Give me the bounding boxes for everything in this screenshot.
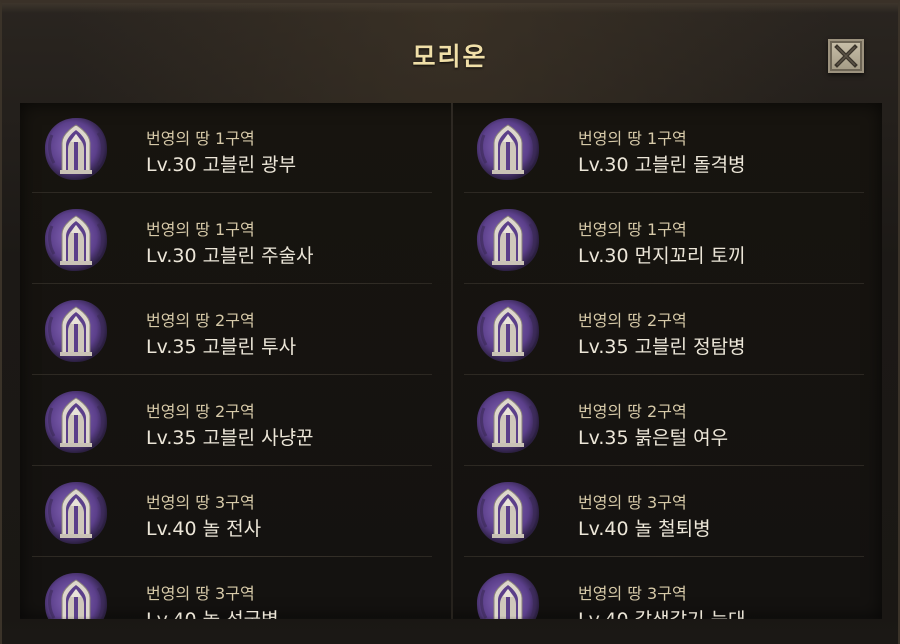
monster-list-item[interactable]: 번영의 땅 3구역 Lv.40 놀 석궁병 bbox=[32, 558, 432, 619]
gothic-arch-emblem-icon bbox=[476, 208, 540, 272]
monster-list[interactable]: 번영의 땅 1구역 Lv.30 고블린 광부 번영의 땅 1구역 Lv.30 고… bbox=[20, 103, 882, 619]
gothic-arch-emblem-icon bbox=[44, 299, 108, 363]
row-separator bbox=[464, 192, 864, 193]
row-separator bbox=[32, 374, 432, 375]
monster-label: Lv.35 고블린 사냥꾼 bbox=[146, 427, 314, 449]
row-separator bbox=[464, 374, 864, 375]
row-separator bbox=[32, 283, 432, 284]
close-button[interactable] bbox=[828, 39, 864, 73]
zone-label: 번영의 땅 3구역 bbox=[146, 493, 255, 512]
monster-label: Lv.40 놀 전사 bbox=[146, 518, 262, 540]
monster-label: Lv.30 고블린 주술사 bbox=[146, 245, 314, 267]
zone-label: 번영의 땅 3구역 bbox=[578, 493, 687, 512]
monster-label: Lv.35 붉은털 여우 bbox=[578, 427, 729, 449]
monster-list-item[interactable]: 번영의 땅 3구역 Lv.40 놀 전사 bbox=[32, 467, 432, 557]
zone-label: 번영의 땅 1구역 bbox=[578, 220, 687, 239]
monster-label: Lv.30 고블린 돌격병 bbox=[578, 154, 746, 176]
monster-label: Lv.35 고블린 투사 bbox=[146, 336, 297, 358]
zone-label: 번영의 땅 3구역 bbox=[146, 584, 255, 603]
monster-list-item[interactable]: 번영의 땅 2구역 Lv.35 고블린 투사 bbox=[32, 285, 432, 375]
monster-list-item[interactable]: 번영의 땅 2구역 Lv.35 고블린 정탐병 bbox=[464, 285, 864, 375]
gothic-arch-emblem-icon bbox=[476, 299, 540, 363]
zone-label: 번영의 땅 1구역 bbox=[146, 129, 255, 148]
monster-list-item[interactable]: 번영의 땅 1구역 Lv.30 고블린 광부 bbox=[32, 103, 432, 193]
zone-label: 번영의 땅 1구역 bbox=[146, 220, 255, 239]
monster-list-item[interactable]: 번영의 땅 1구역 Lv.30 먼지꼬리 토끼 bbox=[464, 194, 864, 284]
gothic-arch-emblem-icon bbox=[476, 481, 540, 545]
monster-list-item[interactable]: 번영의 땅 2구역 Lv.35 붉은털 여우 bbox=[464, 376, 864, 466]
dialog-title: 모리온 bbox=[412, 42, 488, 71]
gothic-arch-emblem-icon bbox=[476, 117, 540, 181]
column-divider bbox=[451, 103, 453, 619]
gothic-arch-emblem-icon bbox=[476, 572, 540, 619]
row-separator bbox=[464, 465, 864, 466]
zone-label: 번영의 땅 2구역 bbox=[578, 402, 687, 421]
gothic-arch-emblem-icon bbox=[44, 572, 108, 619]
panel-bottom-edge bbox=[2, 616, 898, 644]
monster-list-dialog: 모리온 번영의 땅 1구역 Lv.30 고블린 광부 번영의 땅 1구역 Lv.… bbox=[0, 0, 900, 644]
monster-label: Lv.40 놀 철퇴병 bbox=[578, 518, 711, 540]
monster-list-item[interactable]: 번영의 땅 1구역 Lv.30 고블린 주술사 bbox=[32, 194, 432, 284]
monster-list-item[interactable]: 번영의 땅 1구역 Lv.30 고블린 돌격병 bbox=[464, 103, 864, 193]
row-separator bbox=[464, 556, 864, 557]
zone-label: 번영의 땅 2구역 bbox=[146, 311, 255, 330]
row-separator bbox=[32, 465, 432, 466]
row-separator bbox=[32, 556, 432, 557]
zone-label: 번영의 땅 3구역 bbox=[578, 584, 687, 603]
zone-label: 번영의 땅 2구역 bbox=[146, 402, 255, 421]
gothic-arch-emblem-icon bbox=[44, 117, 108, 181]
zone-label: 번영의 땅 2구역 bbox=[578, 311, 687, 330]
zone-label: 번영의 땅 1구역 bbox=[578, 129, 687, 148]
gothic-arch-emblem-icon bbox=[44, 208, 108, 272]
row-separator bbox=[32, 192, 432, 193]
gothic-arch-emblem-icon bbox=[44, 390, 108, 454]
monster-list-item[interactable]: 번영의 땅 2구역 Lv.35 고블린 사냥꾼 bbox=[32, 376, 432, 466]
monster-label: Lv.30 먼지꼬리 토끼 bbox=[578, 245, 746, 267]
monster-list-item[interactable]: 번영의 땅 3구역 Lv.40 놀 철퇴병 bbox=[464, 467, 864, 557]
row-separator bbox=[464, 283, 864, 284]
monster-label: Lv.30 고블린 광부 bbox=[146, 154, 297, 176]
gothic-arch-emblem-icon bbox=[44, 481, 108, 545]
monster-label: Lv.35 고블린 정탐병 bbox=[578, 336, 746, 358]
monster-list-item[interactable]: 번영의 땅 3구역 Lv.40 갈색갈기 늑대 bbox=[464, 558, 864, 619]
close-x-icon bbox=[834, 44, 858, 68]
gothic-arch-emblem-icon bbox=[476, 390, 540, 454]
